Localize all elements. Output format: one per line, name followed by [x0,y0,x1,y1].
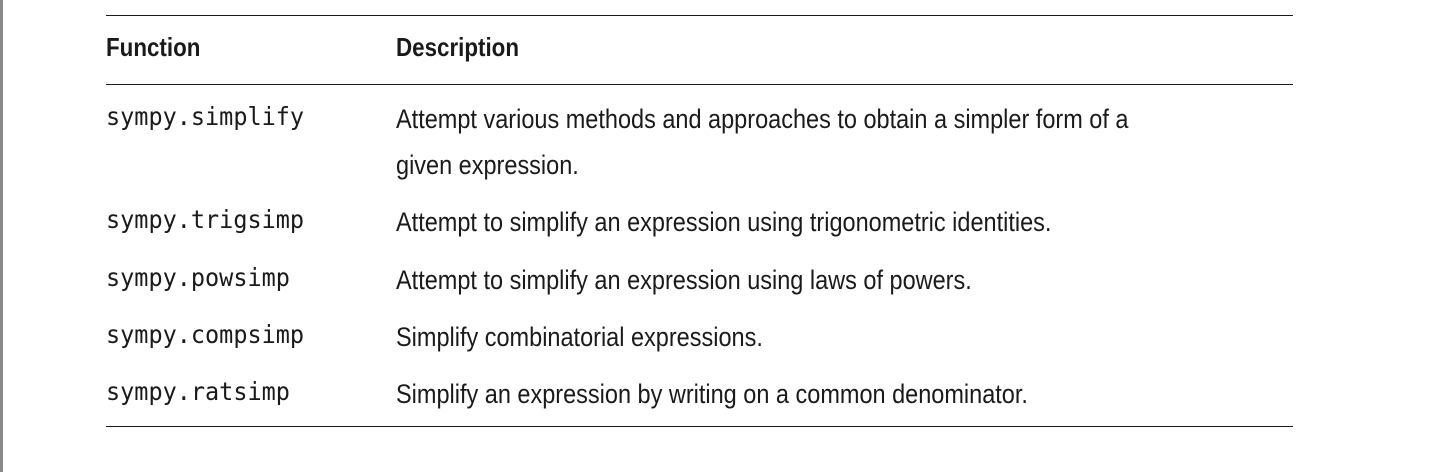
table-header-rule [106,84,1293,85]
description-line: given expression. [396,150,579,180]
row-ratsimp-function: sympy.ratsimp [106,377,290,406]
row-simplify-function: sympy.simplify [106,102,305,131]
row-trigsimp-function: sympy.trigsimp [106,205,305,234]
page-left-border [0,0,3,472]
row-simplify-description: Attempt various methods and approaches t… [396,96,1128,188]
row-compsimp-description: Simplify combinatorial expressions. [396,314,763,360]
row-ratsimp-description: Simplify an expression by writing on a c… [396,371,1028,417]
description-line: Attempt various methods and approaches t… [396,104,1129,134]
header-description: Description [396,32,520,62]
row-powsimp-description: Attempt to simplify an expression using … [396,257,972,303]
row-trigsimp-description: Attempt to simplify an expression using … [396,199,1051,245]
header-function: Function [106,32,201,62]
row-powsimp-function: sympy.powsimp [106,263,290,292]
description-line: Simplify an expression by writing on a c… [396,379,1028,409]
description-line: Simplify combinatorial expressions. [396,322,763,352]
row-compsimp-function: sympy.compsimp [106,320,305,349]
description-line: Attempt to simplify an expression using … [396,207,1052,237]
table-bottom-rule [106,426,1293,427]
description-line: Attempt to simplify an expression using … [396,265,972,295]
table-top-rule [106,15,1293,16]
